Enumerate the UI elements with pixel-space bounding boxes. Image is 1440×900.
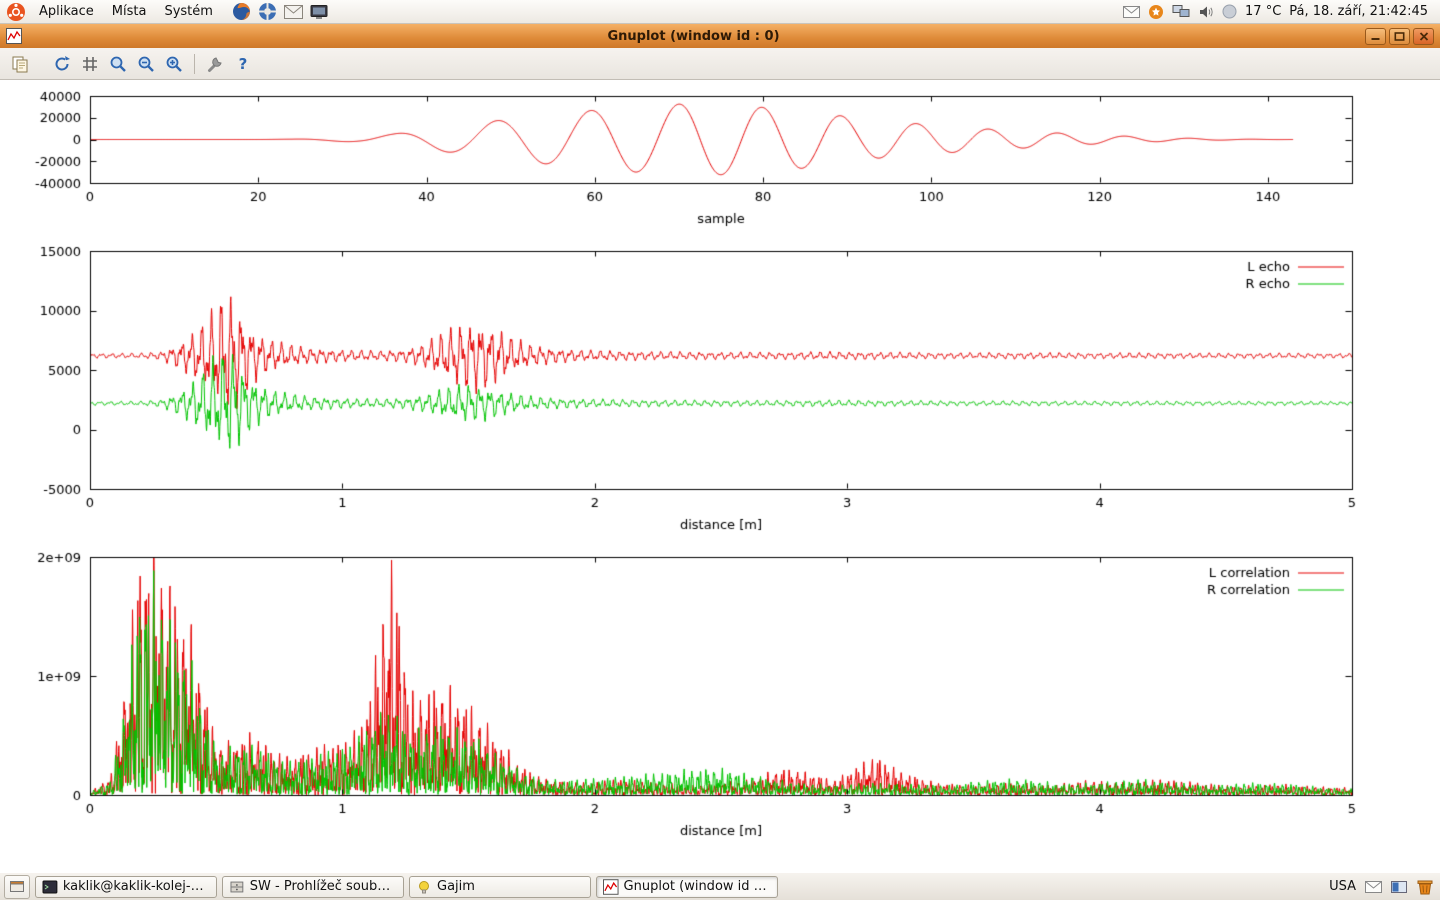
top-panel: Aplikace Místa Systém	[0, 0, 1440, 24]
gnuplot-window-icon	[6, 28, 22, 44]
volume-icon[interactable]	[1198, 5, 1214, 19]
taskbar-item-terminal[interactable]: kaklik@kaklik-kolej-u...	[35, 876, 217, 898]
menu-places[interactable]: Místa	[103, 0, 156, 23]
clock[interactable]: Pá, 18. září, 21:42:45	[1289, 4, 1428, 19]
grid-icon	[81, 55, 99, 73]
ubuntu-menu-icon[interactable]	[6, 2, 26, 22]
zoom-button[interactable]	[104, 51, 132, 77]
mail-notification-icon[interactable]	[1123, 6, 1140, 18]
taskbar-item-label: SW - Prohlížeč souborů	[250, 879, 397, 894]
terminal-icon	[42, 879, 58, 895]
taskbar-item-file-manager[interactable]: SW - Prohlížeč souborů	[222, 876, 404, 898]
panel-status-area: 17 °C Pá, 18. září, 21:42:45	[1123, 4, 1434, 20]
file-manager-icon	[229, 879, 245, 895]
taskbar: kaklik@kaklik-kolej-u... SW - Prohlížeč …	[0, 872, 1440, 900]
copy-icon	[11, 55, 29, 73]
zoom-out-button[interactable]	[132, 51, 160, 77]
taskbar-item-gnuplot[interactable]: Gnuplot (window id : 0)	[596, 876, 778, 898]
toolbar-separator	[194, 54, 195, 74]
network-icon[interactable]	[1172, 5, 1190, 18]
taskbar-tray: USA	[1329, 878, 1436, 896]
software-update-icon[interactable]	[1148, 4, 1164, 20]
window-titlebar[interactable]: Gnuplot (window id : 0)	[0, 24, 1440, 48]
help-button[interactable]: ?	[229, 51, 257, 77]
echo-chart[interactable]	[0, 234, 1440, 546]
sample-waveform-chart[interactable]	[0, 84, 1440, 234]
copy-to-clipboard-button[interactable]	[6, 51, 34, 77]
window-controls	[1365, 28, 1434, 45]
toggle-grid-button[interactable]	[76, 51, 104, 77]
replot-icon	[53, 55, 71, 73]
configure-button[interactable]	[201, 51, 229, 77]
zoom-icon	[109, 55, 127, 73]
wrench-icon	[206, 55, 224, 73]
help-icon[interactable]	[258, 2, 277, 21]
gnuplot-icon	[603, 879, 619, 895]
taskbar-item-label: Gnuplot (window id : 0)	[624, 879, 771, 894]
temperature-indicator[interactable]: 17 °C	[1245, 4, 1281, 19]
firefox-icon[interactable]	[232, 2, 251, 21]
maximize-button[interactable]	[1389, 28, 1410, 45]
window-title: Gnuplot (window id : 0)	[22, 29, 1365, 44]
desktop: Aplikace Místa Systém	[0, 0, 1440, 900]
close-button[interactable]	[1413, 28, 1434, 45]
taskbar-item-gajim[interactable]: Gajim	[409, 876, 591, 898]
menu-applications[interactable]: Aplikace	[30, 0, 103, 23]
zoom-in-icon	[165, 55, 183, 73]
menu-system[interactable]: Systém	[155, 0, 221, 23]
gajim-icon	[416, 879, 432, 895]
show-desktop-button[interactable]	[4, 875, 30, 899]
gnuplot-toolbar: ?	[0, 48, 1440, 80]
zoom-out-icon	[137, 55, 155, 73]
keyboard-layout-indicator[interactable]: USA	[1329, 879, 1356, 894]
taskbar-item-label: kaklik@kaklik-kolej-u...	[63, 879, 210, 894]
taskbar-item-label: Gajim	[437, 879, 475, 894]
panel-launchers	[232, 2, 328, 21]
help-question-icon: ?	[234, 55, 252, 73]
zoom-in-button[interactable]	[160, 51, 188, 77]
mail-icon[interactable]	[284, 5, 303, 19]
screenshot-icon[interactable]	[310, 4, 328, 20]
weather-icon[interactable]	[1222, 4, 1237, 19]
minimize-button[interactable]	[1365, 28, 1386, 45]
mail-tray-icon[interactable]	[1365, 881, 1382, 893]
correlation-chart[interactable]	[0, 546, 1440, 870]
plot-area	[0, 80, 1440, 872]
workspace-switcher-icon[interactable]	[1391, 881, 1407, 893]
replot-button[interactable]	[48, 51, 76, 77]
show-desktop-icon	[9, 879, 25, 895]
svg-text:?: ?	[239, 55, 248, 73]
trash-icon[interactable]	[1416, 878, 1434, 896]
